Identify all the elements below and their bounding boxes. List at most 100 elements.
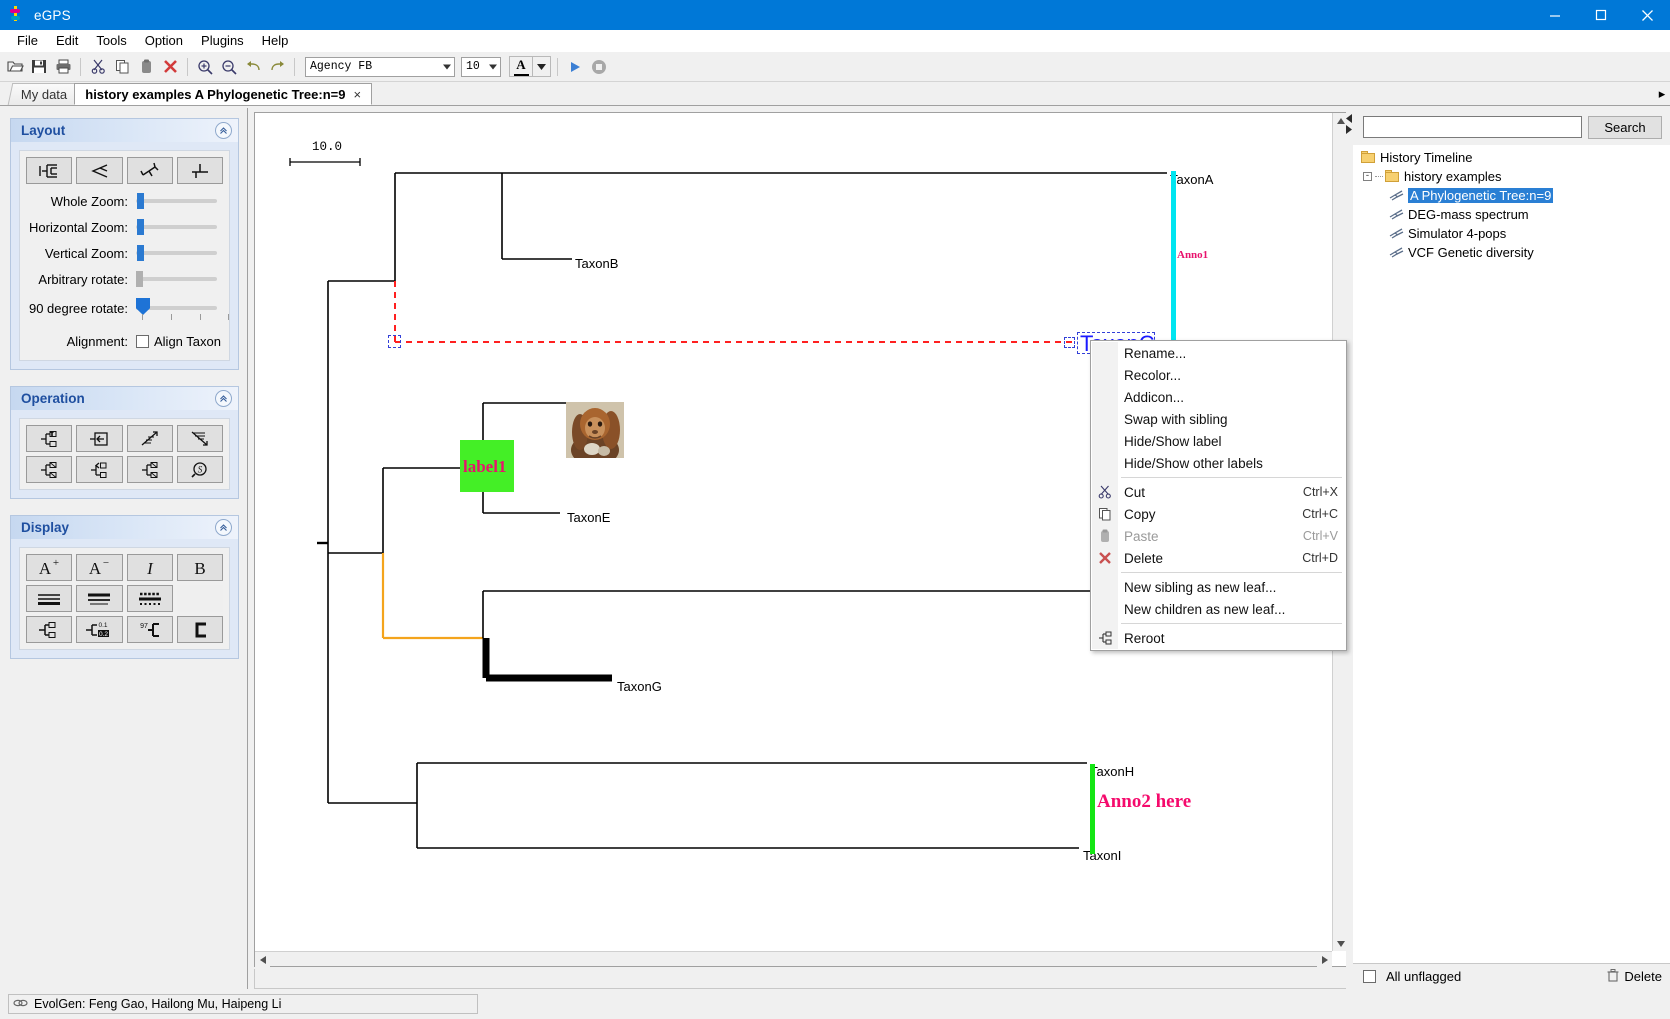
show-internal-label-icon[interactable] [26, 616, 73, 643]
canvas-horizontal-scrollbar[interactable] [255, 951, 1332, 967]
close-icon[interactable] [1624, 0, 1670, 30]
open-icon[interactable] [4, 56, 26, 78]
taxon-label-TaxonC-handle[interactable] [1064, 337, 1075, 348]
ladderize-up-icon[interactable] [126, 425, 173, 452]
branch-handle[interactable] [388, 335, 401, 348]
font-size-select[interactable]: 10 [461, 56, 501, 77]
tree-node-vcf-genetic-diversity[interactable]: VCF Genetic diversity [1353, 244, 1670, 260]
copy-icon[interactable] [111, 56, 133, 78]
context-item-recolor[interactable]: Recolor... [1091, 364, 1346, 386]
taxon-label-TaxonE[interactable]: TaxonE [567, 510, 610, 525]
run-icon[interactable] [564, 56, 586, 78]
collapse-icon[interactable] [215, 519, 232, 536]
bold-icon[interactable]: B [176, 554, 223, 581]
context-item-delete[interactable]: Delete Ctrl+D [1091, 547, 1346, 569]
collapse-node-icon[interactable] [76, 425, 123, 452]
tab-close-icon[interactable]: × [353, 87, 361, 102]
tree-node-deg-mass-spectrum[interactable]: DEG-mass spectrum [1353, 206, 1670, 222]
rectangular-layout-icon[interactable] [26, 157, 73, 184]
layout-group-header[interactable]: Layout [10, 118, 239, 142]
thick-branch-icon[interactable] [76, 585, 123, 612]
show-bracket-icon[interactable] [176, 616, 223, 643]
annotation-bar-2[interactable] [1090, 764, 1095, 854]
horizontal-zoom-slider[interactable] [136, 219, 217, 235]
taxon-label-TaxonI[interactable]: TaxonI [1083, 848, 1121, 863]
show-bootstrap-icon[interactable]: 97 [126, 616, 173, 643]
collapse-expander-icon[interactable]: - [1363, 171, 1372, 181]
move-node-icon[interactable] [76, 456, 123, 483]
vertical-zoom-slider[interactable] [136, 245, 217, 261]
align-taxon-checkbox[interactable] [136, 334, 149, 348]
operation-group-header[interactable]: Operation [10, 386, 239, 410]
ladderize-down-icon[interactable] [176, 425, 223, 452]
swap-children-icon[interactable] [26, 456, 73, 483]
arbitrary-rotate-slider[interactable] [136, 271, 217, 287]
font-family-select[interactable]: Agency FB [305, 56, 455, 77]
all-unflagged-checkbox[interactable] [1363, 970, 1376, 983]
delete-button[interactable]: Delete [1607, 968, 1662, 985]
radial-layout-icon[interactable] [176, 157, 223, 184]
zoom-out-icon[interactable] [218, 56, 240, 78]
collapse-icon[interactable] [215, 390, 232, 407]
font-color-button[interactable]: A [509, 56, 551, 77]
menu-file[interactable]: File [8, 31, 47, 50]
context-item-copy[interactable]: Copy Ctrl+C [1091, 503, 1346, 525]
tree-node-history-examples[interactable]: - history examples [1353, 168, 1670, 184]
scroll-left-icon[interactable] [255, 952, 270, 967]
menu-help[interactable]: Help [253, 31, 298, 50]
scroll-right-icon[interactable] [1317, 952, 1332, 967]
menu-edit[interactable]: Edit [47, 31, 87, 50]
stop-icon[interactable] [588, 56, 610, 78]
annotation-label-1[interactable]: Anno1 [1177, 249, 1208, 261]
font-color-dropdown-icon[interactable] [533, 56, 551, 77]
history-tree[interactable]: History Timeline - history examples A Ph… [1353, 145, 1670, 963]
taxon-label-TaxonB[interactable]: TaxonB [575, 256, 618, 271]
taxon-label-TaxonA[interactable]: TaxonA [1170, 172, 1213, 187]
context-item-addicon[interactable]: Addicon... [1091, 386, 1346, 408]
tab-my-data[interactable]: My data [7, 83, 81, 105]
minimize-icon[interactable] [1532, 0, 1578, 30]
decrease-font-icon[interactable]: A − [76, 554, 123, 581]
degree-rotate-slider[interactable] [136, 298, 229, 320]
context-item-rename[interactable]: Rename... [1091, 342, 1346, 364]
unrooted-layout-icon[interactable] [126, 157, 173, 184]
rename-node-icon[interactable] [26, 425, 73, 452]
increase-font-icon[interactable]: A + [26, 554, 73, 581]
whole-zoom-slider[interactable] [136, 193, 217, 209]
print-icon[interactable] [52, 56, 74, 78]
menu-option[interactable]: Option [136, 31, 192, 50]
search-node-icon[interactable]: S [176, 456, 223, 483]
menu-tools[interactable]: Tools [87, 31, 135, 50]
context-item-new-sibling[interactable]: New sibling as new leaf... [1091, 576, 1346, 598]
search-input[interactable] [1363, 116, 1582, 138]
save-icon[interactable] [28, 56, 50, 78]
cut-icon[interactable] [87, 56, 109, 78]
italic-icon[interactable]: I [126, 554, 173, 581]
context-item-swap-with-sibling[interactable]: Swap with sibling [1091, 408, 1346, 430]
menu-plugins[interactable]: Plugins [192, 31, 253, 50]
reroot-icon[interactable] [126, 456, 173, 483]
annotation-label-2[interactable]: Anno2 here [1097, 791, 1191, 813]
undo-icon[interactable] [242, 56, 264, 78]
triangular-layout-icon[interactable] [76, 157, 123, 184]
zoom-in-icon[interactable] [194, 56, 216, 78]
delete-icon[interactable] [159, 56, 181, 78]
tree-node-a-phylogenetic-tree[interactable]: A Phylogenetic Tree:n=9 [1353, 187, 1670, 203]
context-item-reroot[interactable]: Reroot [1091, 627, 1346, 649]
search-button[interactable]: Search [1588, 116, 1662, 139]
context-item-new-children[interactable]: New children as new leaf... [1091, 598, 1346, 620]
maximize-icon[interactable] [1578, 0, 1624, 30]
redo-icon[interactable] [266, 56, 288, 78]
context-item-hide-show-label[interactable]: Hide/Show label [1091, 430, 1346, 452]
taxon-label-TaxonG[interactable]: TaxonG [617, 679, 662, 694]
orangutan-image[interactable] [566, 402, 624, 458]
collapse-icon[interactable] [215, 122, 232, 139]
context-item-cut[interactable]: Cut Ctrl+X [1091, 481, 1346, 503]
tree-node-history-timeline[interactable]: History Timeline [1353, 149, 1670, 165]
thin-branch-icon[interactable] [26, 585, 73, 612]
tab-phylogenetic-tree[interactable]: history examples A Phylogenetic Tree:n=9… [74, 83, 373, 105]
show-branch-length-icon[interactable]: 0.1 0.2 [76, 616, 123, 643]
all-unflagged-row[interactable]: All unflagged [1363, 969, 1461, 984]
paste-icon[interactable] [135, 56, 157, 78]
tree-node-simulator-4-pops[interactable]: Simulator 4-pops [1353, 225, 1670, 241]
